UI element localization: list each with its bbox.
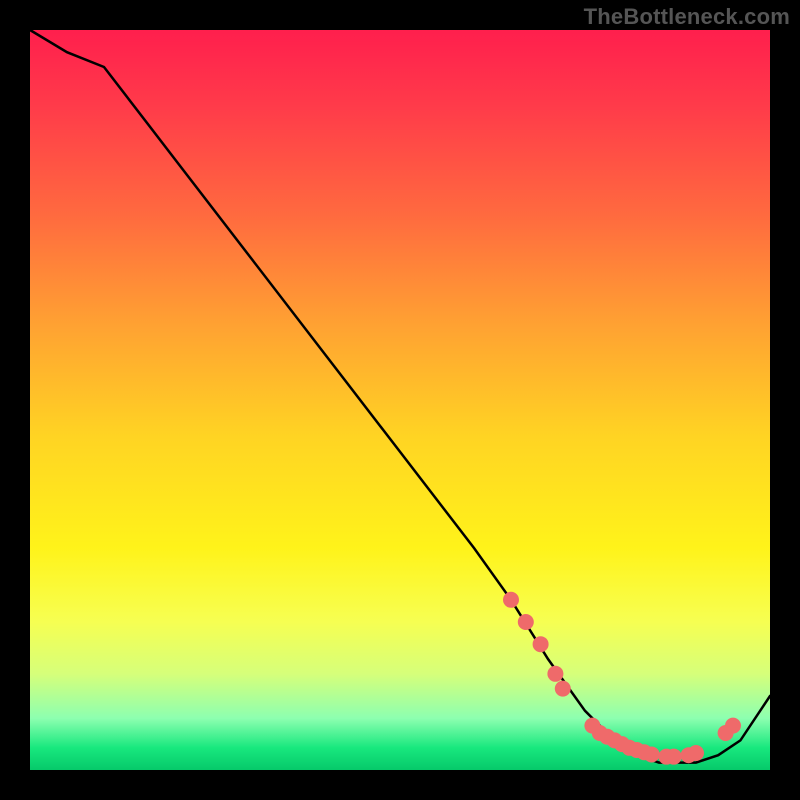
chart-container: TheBottleneck.com — [0, 0, 800, 800]
data-marker — [547, 666, 563, 682]
data-marker — [688, 745, 704, 761]
data-marker — [555, 681, 571, 697]
data-marker — [503, 592, 519, 608]
plot-area — [30, 30, 770, 770]
data-marker — [644, 746, 660, 762]
bottleneck-curve — [30, 30, 770, 763]
data-markers — [503, 592, 741, 765]
data-marker — [518, 614, 534, 630]
data-marker — [666, 749, 682, 765]
data-marker — [533, 636, 549, 652]
curve-svg — [30, 30, 770, 770]
attribution-text: TheBottleneck.com — [584, 4, 790, 30]
data-marker — [725, 718, 741, 734]
